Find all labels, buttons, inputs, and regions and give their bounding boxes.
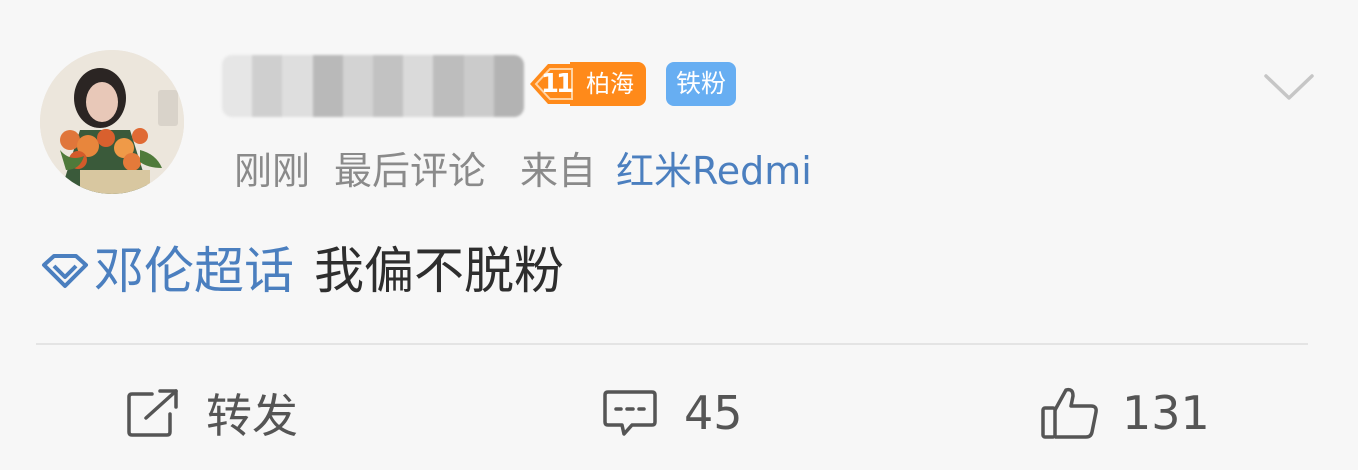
post-status: 最后评论 [334,149,487,193]
repost-button[interactable]: 转发 [126,380,298,446]
post-content: 邓伦超话 我偏不脱粉 [40,238,564,304]
comment-icon [603,390,657,436]
level-number: 11 [540,69,574,99]
super-topic-diamond-icon [42,254,88,288]
level-diamond-icon: 11 [526,62,580,106]
divider [36,343,1308,345]
like-count: 131 [1122,386,1210,440]
fan-badge: 铁粉 [666,62,737,106]
super-topic-link[interactable]: 邓伦超话 [40,238,294,304]
post-time: 刚刚 [234,149,311,193]
comment-button[interactable]: 45 [602,380,743,446]
post-text: 我偏不脱粉 [314,242,564,300]
source-prefix: 来自 [520,149,597,193]
chevron-down-icon[interactable] [1262,68,1316,106]
share-icon [127,389,178,437]
comment-count: 45 [684,386,743,440]
avatar-image [40,50,184,194]
thumbs-up-icon [1041,387,1098,439]
super-topic-label: 邓伦超话 [94,242,294,300]
like-button[interactable]: 131 [1040,380,1210,446]
level-badge: 11 柏海 [526,62,656,106]
post-meta: 刚刚 最后评论 来自 红米Redmi [234,143,812,199]
avatar[interactable] [40,50,184,194]
username[interactable] [222,55,524,117]
level-label: 柏海 [570,62,646,106]
device-source-link[interactable]: 红米Redmi [616,149,812,193]
repost-label: 转发 [206,389,298,443]
